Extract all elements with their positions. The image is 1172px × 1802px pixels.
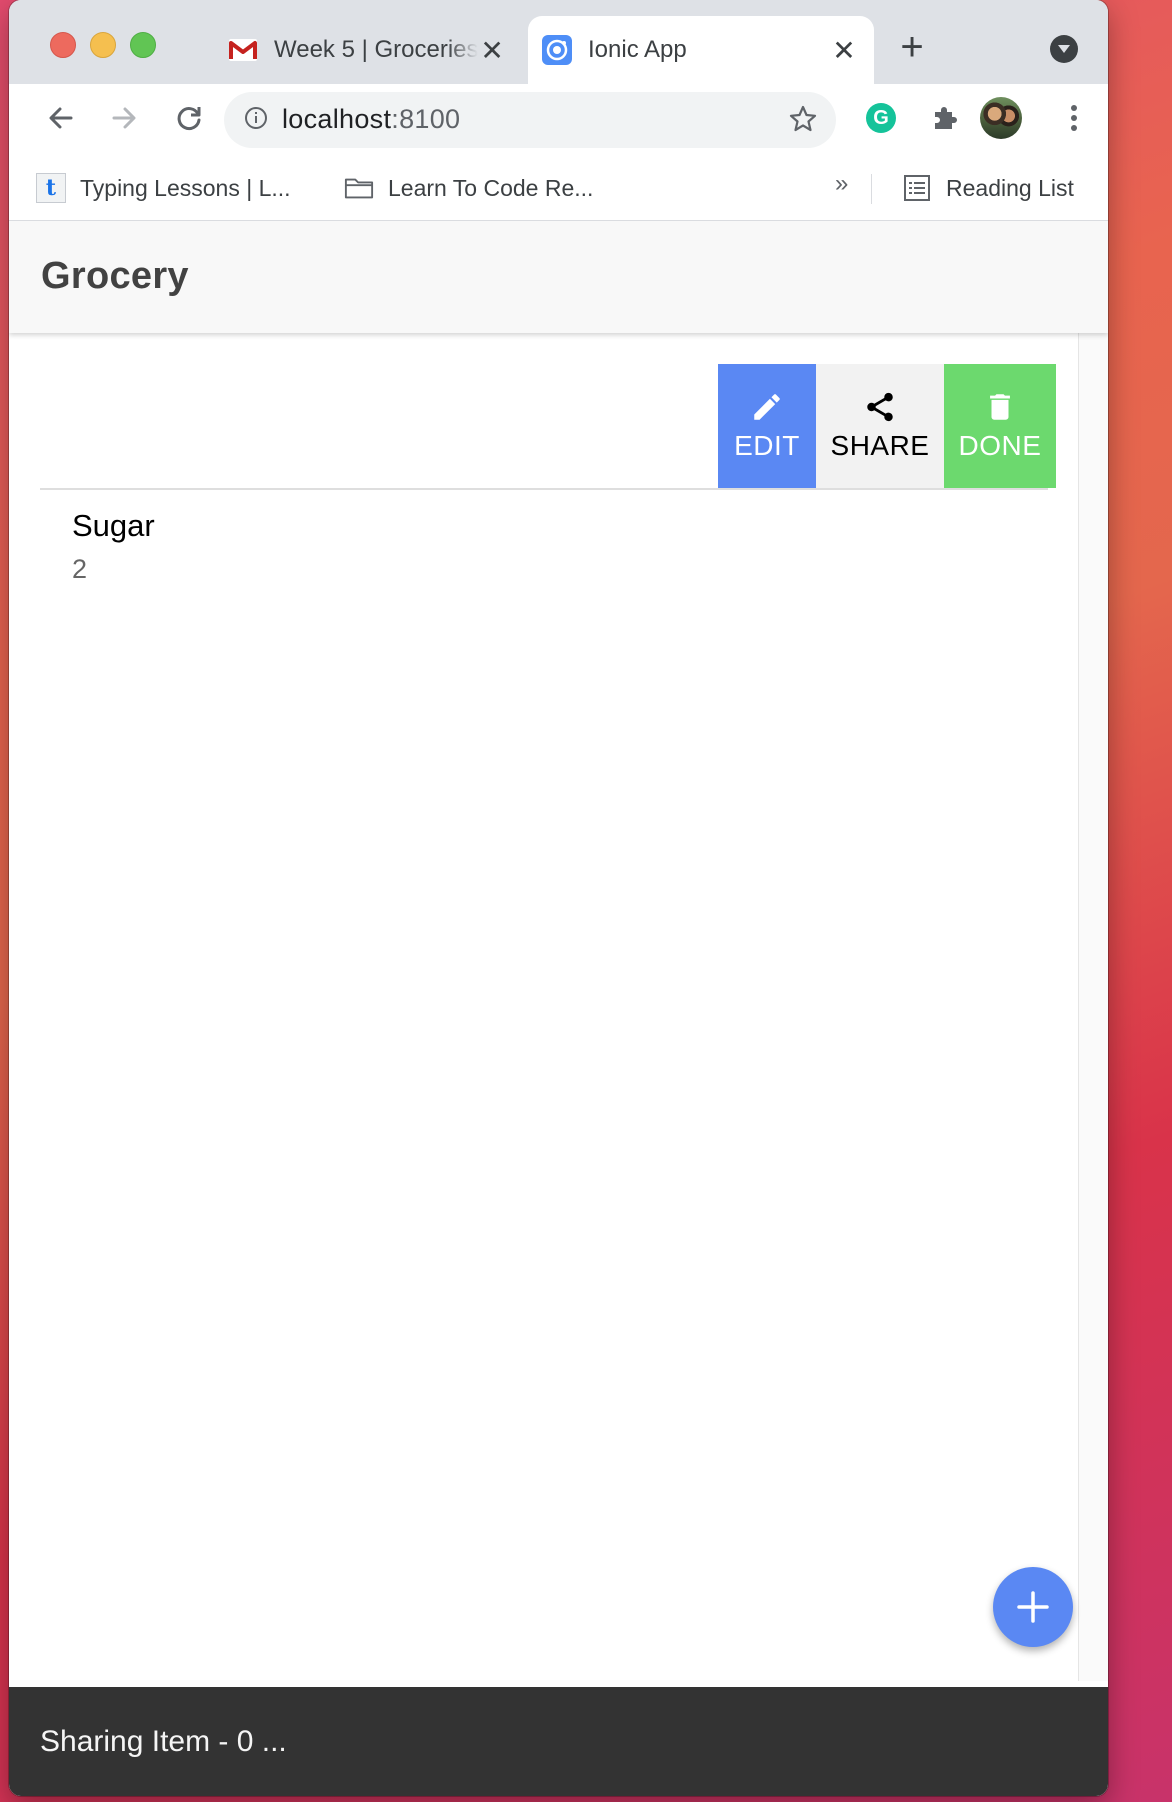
- add-icon: [1017, 1591, 1049, 1623]
- scrollbar[interactable]: [1078, 333, 1108, 1681]
- toast-notification: Sharing Item - 0 ...: [9, 1687, 1108, 1796]
- forward-icon[interactable]: [104, 98, 144, 138]
- browser-toolbar: localhost:8100 G: [9, 84, 1108, 156]
- tab-title: Week 5 | Groceries: [274, 36, 479, 63]
- pencil-icon: [754, 394, 780, 420]
- toast-message: Sharing Item - 0 ...: [40, 1725, 287, 1758]
- reading-list-label: Reading List: [946, 174, 1074, 201]
- address-bar[interactable]: localhost:8100: [224, 92, 836, 148]
- browser-window: Week 5 | Groceries ✕ Ionic App ✕ + local…: [9, 0, 1108, 1796]
- list-item[interactable]: Sugar 2: [72, 508, 155, 585]
- tab-strip: Week 5 | Groceries ✕ Ionic App ✕ +: [9, 0, 1108, 84]
- tab-close-icon[interactable]: ✕: [830, 34, 858, 67]
- reading-list-icon: [902, 173, 932, 203]
- extensions-puzzle-icon[interactable]: [925, 98, 965, 138]
- tab-title: Ionic App: [588, 36, 687, 63]
- address-port: :8100: [391, 104, 461, 134]
- ionic-icon: [542, 35, 572, 65]
- bookmark-star-icon[interactable]: [788, 104, 818, 134]
- tab-ionic-app[interactable]: Ionic App ✕: [528, 16, 874, 84]
- share-button[interactable]: SHARE: [816, 364, 944, 488]
- bookmark-label: Learn To Code Re...: [388, 174, 594, 201]
- gmail-icon: [228, 35, 258, 65]
- bookmarks-overflow-icon[interactable]: »: [835, 170, 848, 198]
- bookmark-learn-to-code[interactable]: Learn To Code Re...: [344, 170, 593, 206]
- bookmark-typing-lessons[interactable]: t Typing Lessons | L...: [36, 170, 291, 206]
- grammarly-extension-icon[interactable]: G: [861, 98, 901, 138]
- app-header: Grocery: [9, 221, 1108, 333]
- reload-icon[interactable]: [169, 98, 209, 138]
- share-icon: [867, 392, 893, 422]
- share-label: SHARE: [830, 430, 930, 461]
- folder-icon: [344, 173, 374, 203]
- window-close-button[interactable]: [50, 32, 76, 58]
- item-name: Sugar: [72, 508, 155, 543]
- done-label: DONE: [958, 430, 1042, 461]
- bookmarks-bar: t Typing Lessons | L... Learn To Code Re…: [9, 156, 1108, 221]
- edit-label: EDIT: [734, 430, 800, 461]
- profile-avatar[interactable]: [977, 94, 1025, 142]
- avatar-image: [980, 97, 1022, 139]
- add-item-button[interactable]: [993, 1567, 1073, 1647]
- window-minimize-button[interactable]: [90, 32, 116, 58]
- reading-list-button[interactable]: Reading List: [902, 170, 1074, 206]
- typing-t-icon: t: [36, 173, 66, 203]
- sliding-list-item[interactable]: EDIT SHARE DONE: [40, 364, 1056, 490]
- window-zoom-button[interactable]: [130, 32, 156, 58]
- browser-menu-icon[interactable]: [1054, 98, 1094, 138]
- trash-icon: [990, 394, 1010, 420]
- done-button[interactable]: DONE: [944, 364, 1056, 488]
- tab-close-icon[interactable]: ✕: [478, 34, 506, 67]
- bookmarks-divider: [871, 174, 872, 204]
- app-content: Grocery EDIT SHARE DONE Sugar 2 Sharing …: [9, 221, 1108, 1796]
- bookmark-label: Typing Lessons | L...: [80, 174, 291, 201]
- address-text: localhost:8100: [282, 104, 460, 135]
- new-tab-button[interactable]: +: [894, 27, 930, 67]
- page-title: Grocery: [41, 255, 189, 297]
- site-info-icon[interactable]: [244, 106, 268, 130]
- address-host: localhost: [282, 104, 392, 134]
- item-quantity: 2: [72, 554, 88, 584]
- grammarly-letter: G: [866, 103, 896, 133]
- tab-search-icon[interactable]: [1050, 35, 1078, 63]
- tab-week5-groceries[interactable]: Week 5 | Groceries ✕: [214, 16, 522, 84]
- edit-button[interactable]: EDIT: [718, 364, 816, 488]
- back-icon[interactable]: [41, 98, 81, 138]
